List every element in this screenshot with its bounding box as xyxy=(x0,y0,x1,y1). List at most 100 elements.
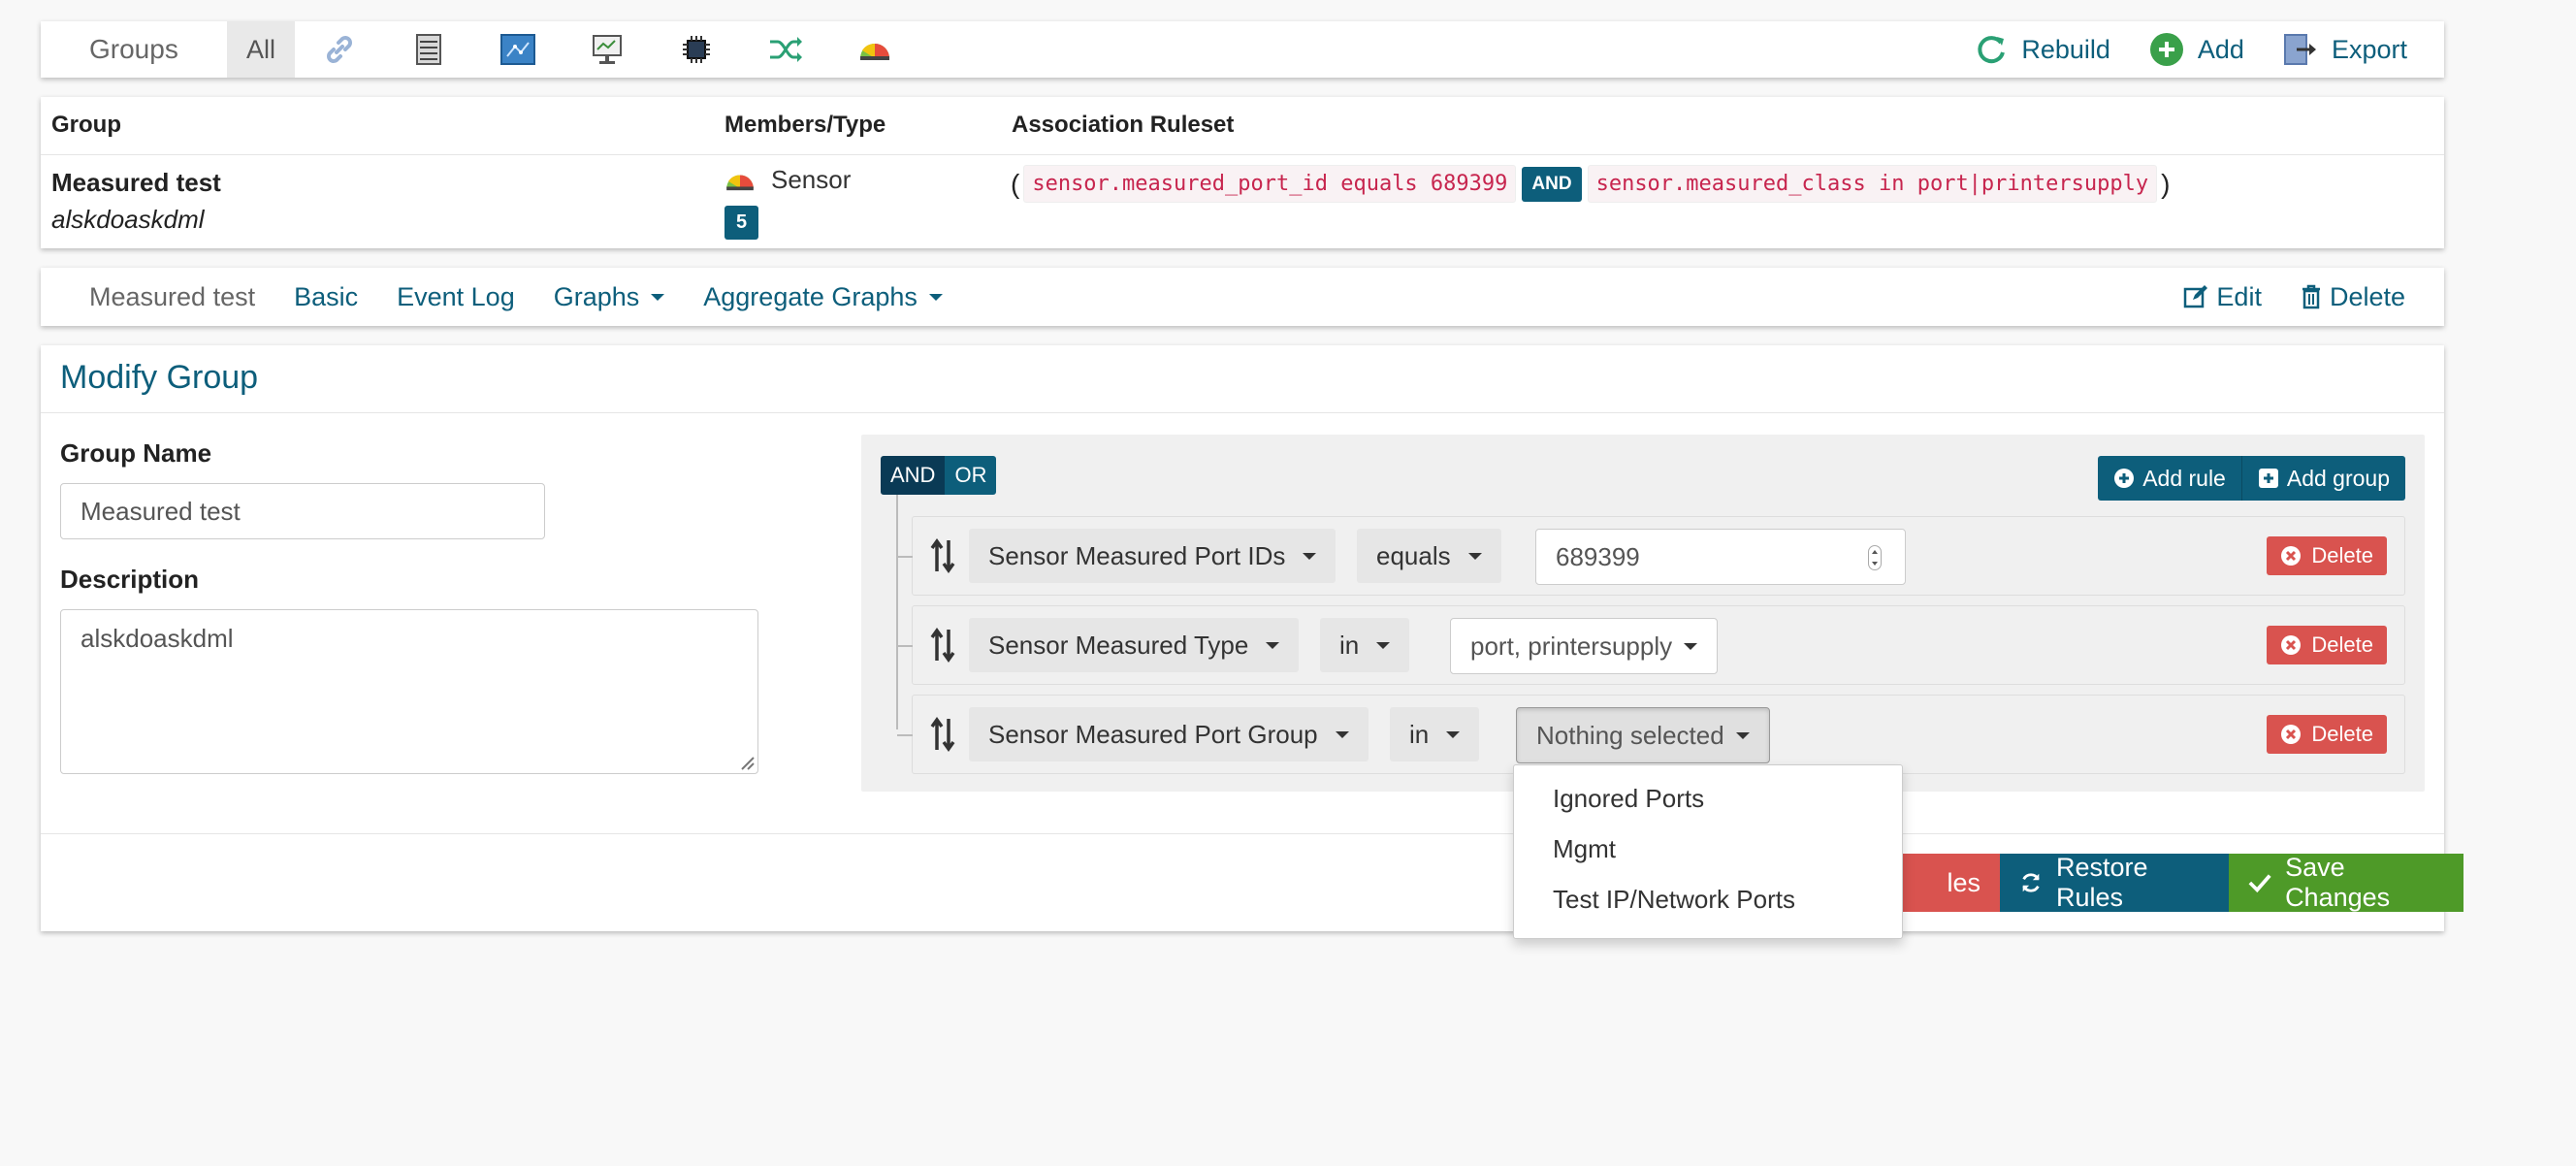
top-navbar: Groups All Rebuild Add Export xyxy=(41,21,2444,78)
groups-brand[interactable]: Groups xyxy=(89,34,227,65)
drag-sort-icon[interactable] xyxy=(928,536,957,575)
header-divider xyxy=(41,154,2444,155)
rule-field-select[interactable]: Sensor Measured Port Group xyxy=(969,707,1368,761)
header-ruleset: Association Ruleset xyxy=(1012,112,1235,138)
delete-rule-button[interactable]: Delete xyxy=(2267,536,2387,575)
refresh-icon xyxy=(2022,873,2040,892)
plus-square-icon xyxy=(2258,469,2278,488)
delete-rule-button[interactable]: Delete xyxy=(2267,626,2387,664)
rule-row-2: Sensor Measured Type in port, printersup… xyxy=(897,605,2405,685)
member-type: Sensor xyxy=(724,165,851,195)
caret-down-icon xyxy=(1335,730,1349,738)
modify-title: Modify Group xyxy=(60,359,259,396)
query-builder: AND OR Add rule Add group Sensor Measure… xyxy=(861,435,2425,792)
group-name-label: Group Name xyxy=(60,438,212,468)
rule-operator-select[interactable]: equals xyxy=(1357,529,1501,583)
groups-table: Group Members/Type Association Ruleset M… xyxy=(41,97,2444,248)
add-rule-button[interactable]: Add rule xyxy=(2098,456,2242,501)
link-icon[interactable] xyxy=(295,21,384,78)
subnav-title[interactable]: Measured test xyxy=(89,282,255,312)
caret-down-icon xyxy=(1467,552,1482,560)
monitor-icon[interactable] xyxy=(563,21,652,78)
footer-divider xyxy=(41,833,2444,834)
rule-code-2: sensor.measured_class in port|printersup… xyxy=(1587,165,2158,203)
server-icon[interactable] xyxy=(384,21,473,78)
rule-field-select[interactable]: Sensor Measured Type xyxy=(969,618,1300,672)
check-icon xyxy=(2248,874,2271,893)
add-button[interactable]: Add xyxy=(2149,32,2244,67)
sensor-gauge-icon[interactable] xyxy=(830,21,919,78)
processor-icon[interactable] xyxy=(652,21,741,78)
group-name-cell[interactable]: Measured test xyxy=(51,168,221,198)
modify-group-panel: Modify Group Group Name Measured test De… xyxy=(41,345,2463,931)
network-map-icon[interactable] xyxy=(473,21,563,78)
tab-event-log[interactable]: Event Log xyxy=(397,282,515,312)
member-count-badge: 5 xyxy=(724,206,758,240)
rule-row-1: Sensor Measured Port IDs equals 689399 D… xyxy=(897,516,2405,596)
tab-all[interactable]: All xyxy=(227,21,295,78)
paren-open: ( xyxy=(1011,168,1020,199)
header-group: Group xyxy=(51,112,121,138)
caret-down-icon xyxy=(651,293,665,301)
close-circle-icon xyxy=(2281,725,2302,744)
export-icon xyxy=(2283,34,2316,65)
rebuild-button[interactable]: Rebuild xyxy=(1975,33,2110,66)
rule-value-select[interactable]: port, printersupply xyxy=(1450,618,1719,674)
or-toggle[interactable]: OR xyxy=(945,456,997,495)
dropdown-option[interactable]: Mgmt xyxy=(1514,824,1902,874)
close-circle-icon xyxy=(2281,546,2302,566)
tab-graphs[interactable]: Graphs xyxy=(554,282,665,312)
add-group-button[interactable]: Add group xyxy=(2241,456,2405,501)
rule-value-input[interactable]: 689399 xyxy=(1535,529,1906,585)
plus-circle-icon xyxy=(2149,33,2183,66)
plus-circle-icon xyxy=(2114,469,2135,488)
delete-rule-button[interactable]: Delete xyxy=(2267,715,2387,754)
builder-actions: Add rule Add group xyxy=(2098,456,2405,501)
restore-rules-button[interactable]: Restore Rules xyxy=(2000,853,2229,912)
caret-down-icon xyxy=(1446,730,1461,738)
group-name-input[interactable]: Measured test xyxy=(60,483,545,539)
rule-operator-select[interactable]: in xyxy=(1320,618,1410,672)
description-label: Description xyxy=(60,565,200,594)
resize-handle-icon[interactable] xyxy=(736,752,756,771)
rule-row-3: Sensor Measured Port Group in Nothing se… xyxy=(897,695,2405,774)
and-toggle[interactable]: AND xyxy=(881,456,946,495)
and-badge: AND xyxy=(1522,166,1582,202)
close-circle-icon xyxy=(2281,635,2302,655)
port-group-dropdown-menu: Ignored Ports Mgmt Test IP/Network Ports xyxy=(1513,764,1903,939)
tree-connector xyxy=(896,495,898,729)
title-divider xyxy=(41,412,2444,413)
drag-sort-icon[interactable] xyxy=(928,626,957,664)
condition-toggle: AND OR xyxy=(881,456,997,495)
caret-down-icon xyxy=(1735,731,1750,739)
tab-aggregate-graphs[interactable]: Aggregate Graphs xyxy=(703,282,943,312)
paren-close: ) xyxy=(2161,168,2171,199)
caret-down-icon xyxy=(1303,552,1317,560)
trash-icon xyxy=(2302,284,2320,309)
description-textarea[interactable]: alskdoaskdml xyxy=(60,609,758,774)
rule-field-select[interactable]: Sensor Measured Port IDs xyxy=(969,529,1336,583)
caret-down-icon xyxy=(1376,641,1391,649)
export-button[interactable]: Export xyxy=(2283,33,2407,66)
edit-icon xyxy=(2184,285,2208,308)
delete-link[interactable]: Delete xyxy=(2301,282,2405,312)
group-description-cell: alskdoaskdml xyxy=(51,205,205,234)
caret-down-icon xyxy=(1684,642,1698,650)
rule-operator-select[interactable]: in xyxy=(1390,707,1480,761)
header-members: Members/Type xyxy=(724,112,886,138)
refresh-icon xyxy=(1978,36,2006,64)
rule-code-1: sensor.measured_port_id equals 689399 xyxy=(1023,165,1517,203)
association-ruleset: ( sensor.measured_port_id equals 689399 … xyxy=(1011,165,2170,203)
save-changes-button[interactable]: Save Changes xyxy=(2229,853,2463,912)
caret-down-icon xyxy=(1266,641,1280,649)
rule-value-multiselect[interactable]: Nothing selected xyxy=(1516,707,1770,763)
tab-basic[interactable]: Basic xyxy=(294,282,358,312)
dropdown-option[interactable]: Test IP/Network Ports xyxy=(1514,874,1902,924)
shuffle-icon[interactable] xyxy=(741,21,830,78)
edit-link[interactable]: Edit xyxy=(2183,282,2262,312)
number-spinner-icon[interactable] xyxy=(1868,545,1882,570)
group-subnav: Measured test Basic Event Log Graphs Agg… xyxy=(41,268,2444,326)
caret-down-icon xyxy=(928,293,943,301)
drag-sort-icon[interactable] xyxy=(928,715,957,754)
dropdown-option[interactable]: Ignored Ports xyxy=(1514,773,1902,824)
